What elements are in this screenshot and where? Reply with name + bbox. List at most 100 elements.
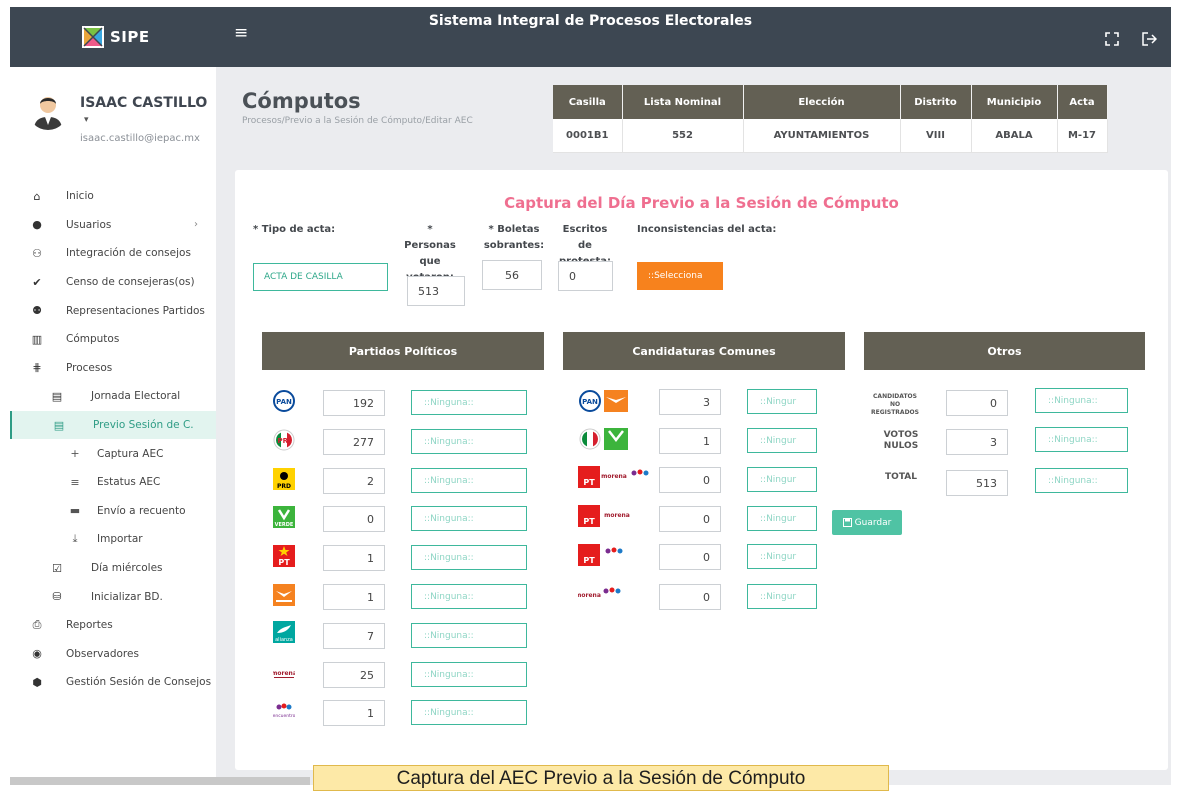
list-icon: ▤ xyxy=(53,418,65,432)
sidebar-item-censo[interactable]: ✔ Censo de consejeras(os) xyxy=(10,268,216,297)
printer-icon: ⎙ xyxy=(32,618,42,632)
breadcrumb: Procesos/Previo a la Sesión de Cómputo/E… xyxy=(242,116,473,126)
save-label: Guardar xyxy=(854,517,892,528)
otros-label: TOTAL xyxy=(885,472,917,482)
note-input[interactable]: ::Ninguna:: xyxy=(1035,427,1128,452)
note-input[interactable]: ::Ninguna:: xyxy=(411,700,527,725)
vote-input[interactable]: 1 xyxy=(323,700,385,726)
note-input[interactable]: ::Ninguna:: xyxy=(411,545,527,570)
vote-input[interactable]: 3 xyxy=(946,429,1008,455)
vote-input[interactable]: 192 xyxy=(323,390,385,416)
vote-input[interactable]: 0 xyxy=(659,584,721,610)
vote-input[interactable]: 0 xyxy=(659,467,721,493)
sidebar-item-procesos[interactable]: ⋕ Procesos xyxy=(10,354,216,383)
vote-input[interactable]: 0 xyxy=(946,390,1008,416)
note-input[interactable]: ::Ninguna:: xyxy=(411,390,527,415)
tipo-acta-label: * Tipo de acta: xyxy=(253,224,336,235)
sidebar-item-envio-recuento[interactable]: ▬ Envío a recuento xyxy=(10,497,216,526)
pan-logo-text: PAN xyxy=(276,398,292,406)
note-input[interactable]: ::Ningur xyxy=(747,584,817,609)
note-input[interactable]: ::Ningur xyxy=(747,428,817,453)
otros-header: Otros xyxy=(864,332,1145,370)
table-cell: AYUNTAMIENTOS xyxy=(743,119,901,153)
sidebar-nav: ⌂ Inicio ● Usuarios › ⚇ Integración de conse… xyxy=(10,182,216,697)
note-input[interactable]: ::Ningur xyxy=(747,506,817,531)
app-logo[interactable]: SIPE xyxy=(82,26,150,48)
logout-icon[interactable] xyxy=(1142,32,1158,50)
eye-icon: ◉ xyxy=(32,647,42,661)
boletas-input[interactable]: 56 xyxy=(482,260,542,290)
note-input[interactable]: ::Ninguna:: xyxy=(411,584,527,609)
user-menu-caret[interactable]: ▾ xyxy=(84,115,89,125)
sidebar-item-representaciones[interactable]: ⚉ Representaciones Partidos xyxy=(10,296,216,325)
avatar[interactable] xyxy=(28,90,68,130)
sidebar-item-label: Reportes xyxy=(66,619,113,632)
escritos-input[interactable]: 0 xyxy=(558,261,613,291)
pt-morena-encuentro-logo-icon: PT morena xyxy=(578,466,649,488)
tipo-acta-select[interactable]: ACTA DE CASILLA xyxy=(253,263,388,291)
sidebar-item-usuarios[interactable]: ● Usuarios › xyxy=(10,211,216,240)
personas-input[interactable]: 513 xyxy=(407,276,465,306)
sidebar-item-gestion[interactable]: ⬢ Gestión Sesión de Consejos xyxy=(10,668,216,697)
sidebar-item-computos[interactable]: ▥ Cómputos xyxy=(10,325,216,354)
vote-input[interactable]: 1 xyxy=(659,428,721,454)
save-icon xyxy=(842,518,852,527)
sidebar-item-observadores[interactable]: ◉ Observadores xyxy=(10,640,216,669)
note-input[interactable]: ::Ninguna:: xyxy=(411,468,527,493)
vote-input[interactable]: 25 xyxy=(323,662,385,688)
sidebar-item-importar[interactable]: ⤓ Importar xyxy=(10,525,216,554)
note-input[interactable]: ::Ninguna:: xyxy=(1035,468,1128,493)
vote-input[interactable]: 1 xyxy=(323,545,385,571)
sidebar-item-inicializar[interactable]: ⛁ Inicializar BD. xyxy=(10,582,216,611)
sidebar-item-label: Día miércoles xyxy=(91,562,163,575)
sidebar-item-captura-aec[interactable]: + Captura AEC xyxy=(10,439,216,468)
encuentro-logo-text: encuentro xyxy=(273,713,295,719)
vote-input[interactable]: 277 xyxy=(323,429,385,455)
table-header: Casilla xyxy=(553,85,623,119)
inconsistencias-select-button[interactable]: ::Selecciona xyxy=(637,262,723,290)
note-input[interactable]: ::Ninguna:: xyxy=(1035,388,1128,413)
pt-logo-text: PT xyxy=(583,556,595,565)
pt-logo-text: PT xyxy=(583,478,595,487)
vote-input[interactable]: 0 xyxy=(323,506,385,532)
vote-input[interactable]: 3 xyxy=(659,389,721,415)
sidebar-item-dia-miercoles[interactable]: ☑ Día miércoles xyxy=(10,554,216,583)
group-icon: ⚉ xyxy=(32,304,42,318)
pt-logo-text: PT xyxy=(278,558,290,567)
vote-input[interactable]: 7 xyxy=(323,623,385,649)
sidebar-item-reportes[interactable]: ⎙ Reportes xyxy=(10,611,216,640)
table-cell: 0001B1 xyxy=(553,119,623,153)
note-input[interactable]: ::Ningur xyxy=(747,467,817,492)
sidebar-item-label: Representaciones Partidos xyxy=(66,304,205,317)
sidebar-item-inicio[interactable]: ⌂ Inicio xyxy=(10,182,216,211)
morena-logo-text: morena xyxy=(601,473,627,480)
table-cell: 552 xyxy=(622,119,744,153)
vote-input[interactable]: 513 xyxy=(946,470,1008,496)
note-input[interactable]: ::Ningur xyxy=(747,544,817,569)
vote-input[interactable]: 2 xyxy=(323,468,385,494)
save-button[interactable]: Guardar xyxy=(832,510,902,535)
note-input[interactable]: ::Ninguna:: xyxy=(411,662,527,687)
horizontal-scrollbar[interactable] xyxy=(10,777,310,785)
sipe-logo-icon xyxy=(82,26,104,48)
bar-chart-icon: ▥ xyxy=(31,332,43,346)
expand-icon[interactable] xyxy=(1105,32,1119,50)
partidos-header: Partidos Políticos xyxy=(262,332,544,370)
note-input[interactable]: ::Ninguna:: xyxy=(411,623,527,648)
sidebar-item-label: Previo Sesión de C. xyxy=(93,419,194,432)
vote-input[interactable]: 0 xyxy=(659,506,721,532)
sidebar-item-estatus-aec[interactable]: ≡ Estatus AEC xyxy=(10,468,216,497)
note-input[interactable]: ::Ningur xyxy=(747,389,817,414)
sidebar-item-integracion[interactable]: ⚇ Integración de consejos xyxy=(10,239,216,268)
capture-panel: Captura del Día Previo a la Sesión de Có… xyxy=(235,170,1168,770)
vote-input[interactable]: 1 xyxy=(323,584,385,610)
sidebar-item-previo[interactable]: ▤ Previo Sesión de C. xyxy=(10,410,216,440)
sidebar-item-jornada[interactable]: ▤ Jornada Electoral xyxy=(10,382,216,411)
note-input[interactable]: ::Ninguna:: xyxy=(411,506,527,531)
check-icon: ✔ xyxy=(32,275,42,289)
vote-input[interactable]: 0 xyxy=(659,544,721,570)
morena-logo-text: morena xyxy=(578,592,601,599)
note-input[interactable]: ::Ninguna:: xyxy=(411,429,527,454)
sidebar-item-label: Inicio xyxy=(66,190,94,203)
plus-icon: + xyxy=(70,447,80,461)
